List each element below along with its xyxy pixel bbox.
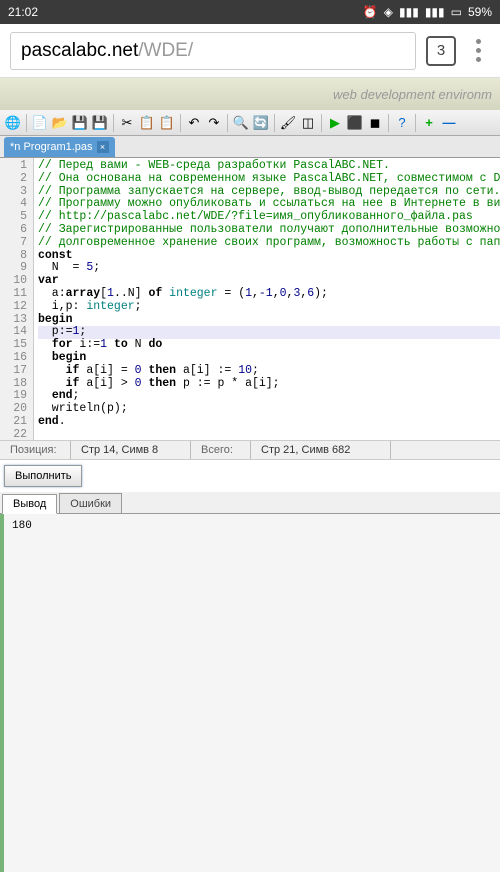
url-path: /WDE/ xyxy=(138,40,193,62)
undo-icon[interactable]: ↶ xyxy=(185,114,203,132)
code-line[interactable]: for i:=1 to N do xyxy=(38,339,500,352)
phone-status-bar: 21:02 ⏰ ◈ ▮▮▮ ▮▮▮ ▭ 59% xyxy=(0,0,500,24)
run-bar: Выполнить xyxy=(0,460,500,492)
browser-menu-icon[interactable] xyxy=(466,39,490,63)
battery-percent: 59% xyxy=(468,5,492,19)
file-tab-program1[interactable]: *n Program1.pas × xyxy=(4,137,115,157)
eraser-icon[interactable]: ◫ xyxy=(299,114,317,132)
close-icon[interactable]: × xyxy=(97,141,109,153)
code-line[interactable]: end. xyxy=(38,416,500,429)
file-tabs: *n Program1.pas × xyxy=(0,136,500,158)
separator xyxy=(321,114,322,132)
tab-errors[interactable]: Ошибки xyxy=(59,493,122,513)
alarm-icon: ⏰ xyxy=(363,5,378,19)
line-gutter: 12345678910111213141516171819202122 xyxy=(0,158,34,440)
site-banner: web development environm xyxy=(0,78,500,110)
pos-value: Стр 14, Симв 8 xyxy=(81,444,158,456)
replace-icon[interactable]: 🔄 xyxy=(252,114,270,132)
help-icon[interactable]: ? xyxy=(393,114,411,132)
plus-icon[interactable]: + xyxy=(420,114,438,132)
save-icon[interactable]: 💾 xyxy=(71,114,89,132)
separator xyxy=(415,114,416,132)
redo-icon[interactable]: ↷ xyxy=(205,114,223,132)
browser-toolbar: pascalabc.net/WDE/ 3 xyxy=(0,24,500,78)
code-line[interactable]: if a[i] > 0 then p := p * a[i]; xyxy=(38,378,500,391)
separator xyxy=(180,114,181,132)
total-label: Всего: xyxy=(201,444,233,456)
code-line[interactable]: if a[i] = 0 then a[i] := 10; xyxy=(38,365,500,378)
code-line[interactable]: writeln(p); xyxy=(38,403,500,416)
separator xyxy=(26,114,27,132)
cut-icon[interactable]: ✂ xyxy=(118,114,136,132)
code-line[interactable]: const xyxy=(38,250,500,263)
code-line[interactable]: begin xyxy=(38,314,500,327)
code-area[interactable]: // Перед вами - WEB-среда разработки Pas… xyxy=(34,158,500,440)
step-icon[interactable]: ⬛ xyxy=(346,114,364,132)
signal-icon-2: ▮▮▮ xyxy=(425,5,445,19)
wifi-icon: ◈ xyxy=(384,5,393,19)
output-tabs: Вывод Ошибки xyxy=(0,492,500,514)
copy-icon[interactable]: 📋 xyxy=(138,114,156,132)
stop-icon[interactable]: ◼ xyxy=(366,114,384,132)
status-icons: ⏰ ◈ ▮▮▮ ▮▮▮ ▭ 59% xyxy=(363,5,492,19)
code-line[interactable] xyxy=(38,429,500,440)
code-line[interactable]: N = 5; xyxy=(38,262,500,275)
signal-icon: ▮▮▮ xyxy=(399,5,419,19)
output-area[interactable]: 180 xyxy=(0,514,500,872)
save-all-icon[interactable]: 💾 xyxy=(91,114,109,132)
editor-status-bar: Позиция: Стр 14, Симв 8 Всего: Стр 21, С… xyxy=(0,440,500,460)
find-icon[interactable]: 🔍 xyxy=(232,114,250,132)
code-line[interactable]: // долговременное хранение своих програм… xyxy=(38,237,500,250)
battery-icon: ▭ xyxy=(451,5,462,19)
url-input[interactable]: pascalabc.net/WDE/ xyxy=(10,32,416,70)
separator xyxy=(113,114,114,132)
run-icon[interactable]: ▶ xyxy=(326,114,344,132)
code-line[interactable]: i,p: integer; xyxy=(38,301,500,314)
pos-label: Позиция: xyxy=(10,444,57,456)
ide-toolbar: 🌐 📄 📂 💾 💾 ✂ 📋 📋 ↶ ↷ 🔍 🔄 🖌 ◫ ▶ ⬛ ◼ ? + — xyxy=(0,110,500,136)
separator xyxy=(274,114,275,132)
total-value: Стр 21, Симв 682 xyxy=(261,444,350,456)
tab-switcher[interactable]: 3 xyxy=(426,36,456,66)
code-line[interactable]: begin xyxy=(38,352,500,365)
paste-icon[interactable]: 📋 xyxy=(158,114,176,132)
file-tab-label: *n Program1.pas xyxy=(10,141,93,153)
brush-icon[interactable]: 🖌 xyxy=(279,114,297,132)
code-editor[interactable]: 12345678910111213141516171819202122 // П… xyxy=(0,158,500,440)
globe-icon[interactable]: 🌐 xyxy=(4,114,22,132)
output-text: 180 xyxy=(12,520,32,532)
run-button[interactable]: Выполнить xyxy=(4,465,82,487)
separator xyxy=(388,114,389,132)
minus-icon[interactable]: — xyxy=(440,114,458,132)
open-icon[interactable]: 📂 xyxy=(51,114,69,132)
tab-output[interactable]: Вывод xyxy=(2,494,57,514)
url-host: pascalabc.net xyxy=(21,40,138,62)
status-time: 21:02 xyxy=(8,5,38,19)
new-file-icon[interactable]: 📄 xyxy=(31,114,49,132)
separator xyxy=(227,114,228,132)
